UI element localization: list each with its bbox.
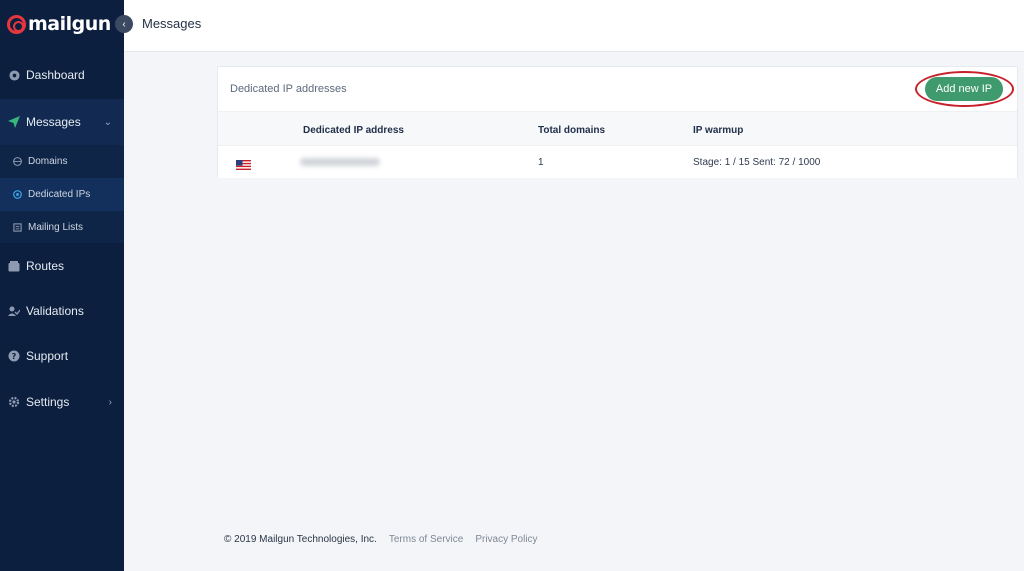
sidebar: mailgun Dashboard Messages ⌄ Domains Ded…	[0, 0, 124, 571]
sidebar-subitem-label: Mailing Lists	[28, 222, 84, 233]
table-header: Dedicated IP address Total domains IP wa…	[218, 111, 1017, 145]
sidebar-item-messages[interactable]: Messages ⌄	[0, 99, 124, 145]
dashboard-icon	[8, 69, 20, 81]
chevron-right-icon: ›	[108, 396, 112, 408]
sidebar-subitem-label: Domains	[28, 156, 68, 167]
svg-text:?: ?	[12, 352, 17, 361]
sidebar-item-label: Settings	[26, 395, 70, 409]
card-title: Dedicated IP addresses	[230, 83, 347, 95]
target-icon	[13, 190, 22, 199]
column-header-ip: Dedicated IP address	[303, 125, 404, 136]
messages-subnav: Domains Dedicated IPs Mailing Lists	[0, 145, 124, 243]
sidebar-item-label: Validations	[26, 304, 84, 318]
sidebar-item-label: Dashboard	[26, 68, 85, 82]
logo-text: mailgun	[28, 13, 111, 35]
ip-warmup-value: Stage: 1 / 15 Sent: 72 / 1000	[693, 157, 821, 168]
gear-icon	[8, 396, 20, 408]
mailgun-logo[interactable]: mailgun	[7, 10, 111, 38]
column-header-ip-warmup: IP warmup	[693, 125, 744, 136]
list-icon	[13, 223, 22, 232]
sidebar-subitem-label: Dedicated IPs	[28, 189, 91, 200]
card-header: Dedicated IP addresses Add new IP	[218, 67, 1017, 111]
sidebar-subitem-domains[interactable]: Domains	[0, 145, 124, 178]
sidebar-item-support[interactable]: ? Support	[0, 345, 124, 367]
sidebar-subitem-dedicated-ips[interactable]: Dedicated IPs	[0, 178, 124, 211]
globe-icon	[13, 157, 22, 166]
dedicated-ips-card: Dedicated IP addresses Add new IP Dedica…	[217, 66, 1018, 178]
paper-plane-icon	[8, 116, 20, 128]
sidebar-item-dashboard[interactable]: Dashboard	[0, 64, 124, 86]
sidebar-item-settings[interactable]: Settings ›	[0, 391, 124, 413]
mailgun-at-icon	[7, 14, 26, 34]
routes-icon	[8, 260, 20, 272]
top-bar: Messages	[124, 0, 1024, 52]
sidebar-item-label: Support	[26, 349, 69, 363]
validations-icon	[8, 305, 20, 317]
sidebar-item-label: Routes	[26, 259, 65, 273]
ip-address-redacted	[300, 158, 380, 166]
table-row[interactable]: 1 Stage: 1 / 15 Sent: 72 / 1000	[218, 145, 1017, 178]
chevron-left-icon: ‹	[122, 18, 126, 30]
us-flag-icon	[236, 157, 251, 170]
page-title: Messages	[142, 16, 202, 31]
terms-of-service-link[interactable]: Terms of Service	[389, 534, 463, 545]
question-icon: ?	[8, 350, 20, 362]
column-header-total-domains: Total domains	[538, 125, 606, 136]
sidebar-item-label: Messages	[26, 115, 81, 129]
total-domains-value: 1	[538, 157, 544, 168]
sidebar-item-validations[interactable]: Validations	[0, 300, 124, 322]
copyright-text: © 2019 Mailgun Technologies, Inc.	[224, 534, 377, 545]
add-new-ip-button[interactable]: Add new IP	[925, 77, 1003, 101]
sidebar-subitem-mailing-lists[interactable]: Mailing Lists	[0, 211, 124, 244]
footer: © 2019 Mailgun Technologies, Inc. Terms …	[224, 534, 538, 545]
sidebar-item-routes[interactable]: Routes	[0, 255, 124, 277]
chevron-down-icon: ⌄	[103, 116, 112, 128]
collapse-sidebar-button[interactable]: ‹	[115, 15, 133, 33]
privacy-policy-link[interactable]: Privacy Policy	[475, 534, 537, 545]
